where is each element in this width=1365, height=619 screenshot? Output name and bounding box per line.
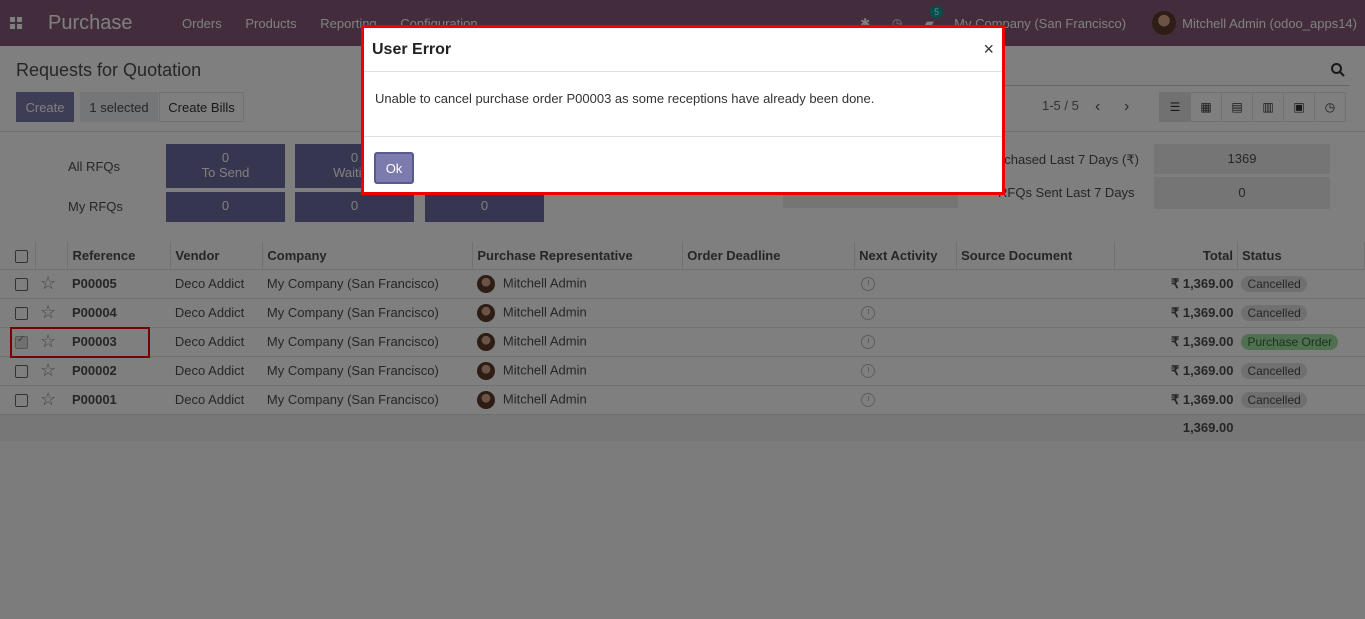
ok-button[interactable]: Ok: [374, 152, 414, 184]
modal-footer: Ok: [364, 137, 1002, 199]
modal-message: Unable to cancel purchase order P00003 a…: [364, 72, 1002, 137]
modal-title: User Error: [372, 40, 452, 58]
user-error-dialog: User Error × Unable to cancel purchase o…: [361, 25, 1005, 195]
modal-header: User Error ×: [364, 28, 1002, 72]
close-icon[interactable]: ×: [983, 39, 994, 60]
